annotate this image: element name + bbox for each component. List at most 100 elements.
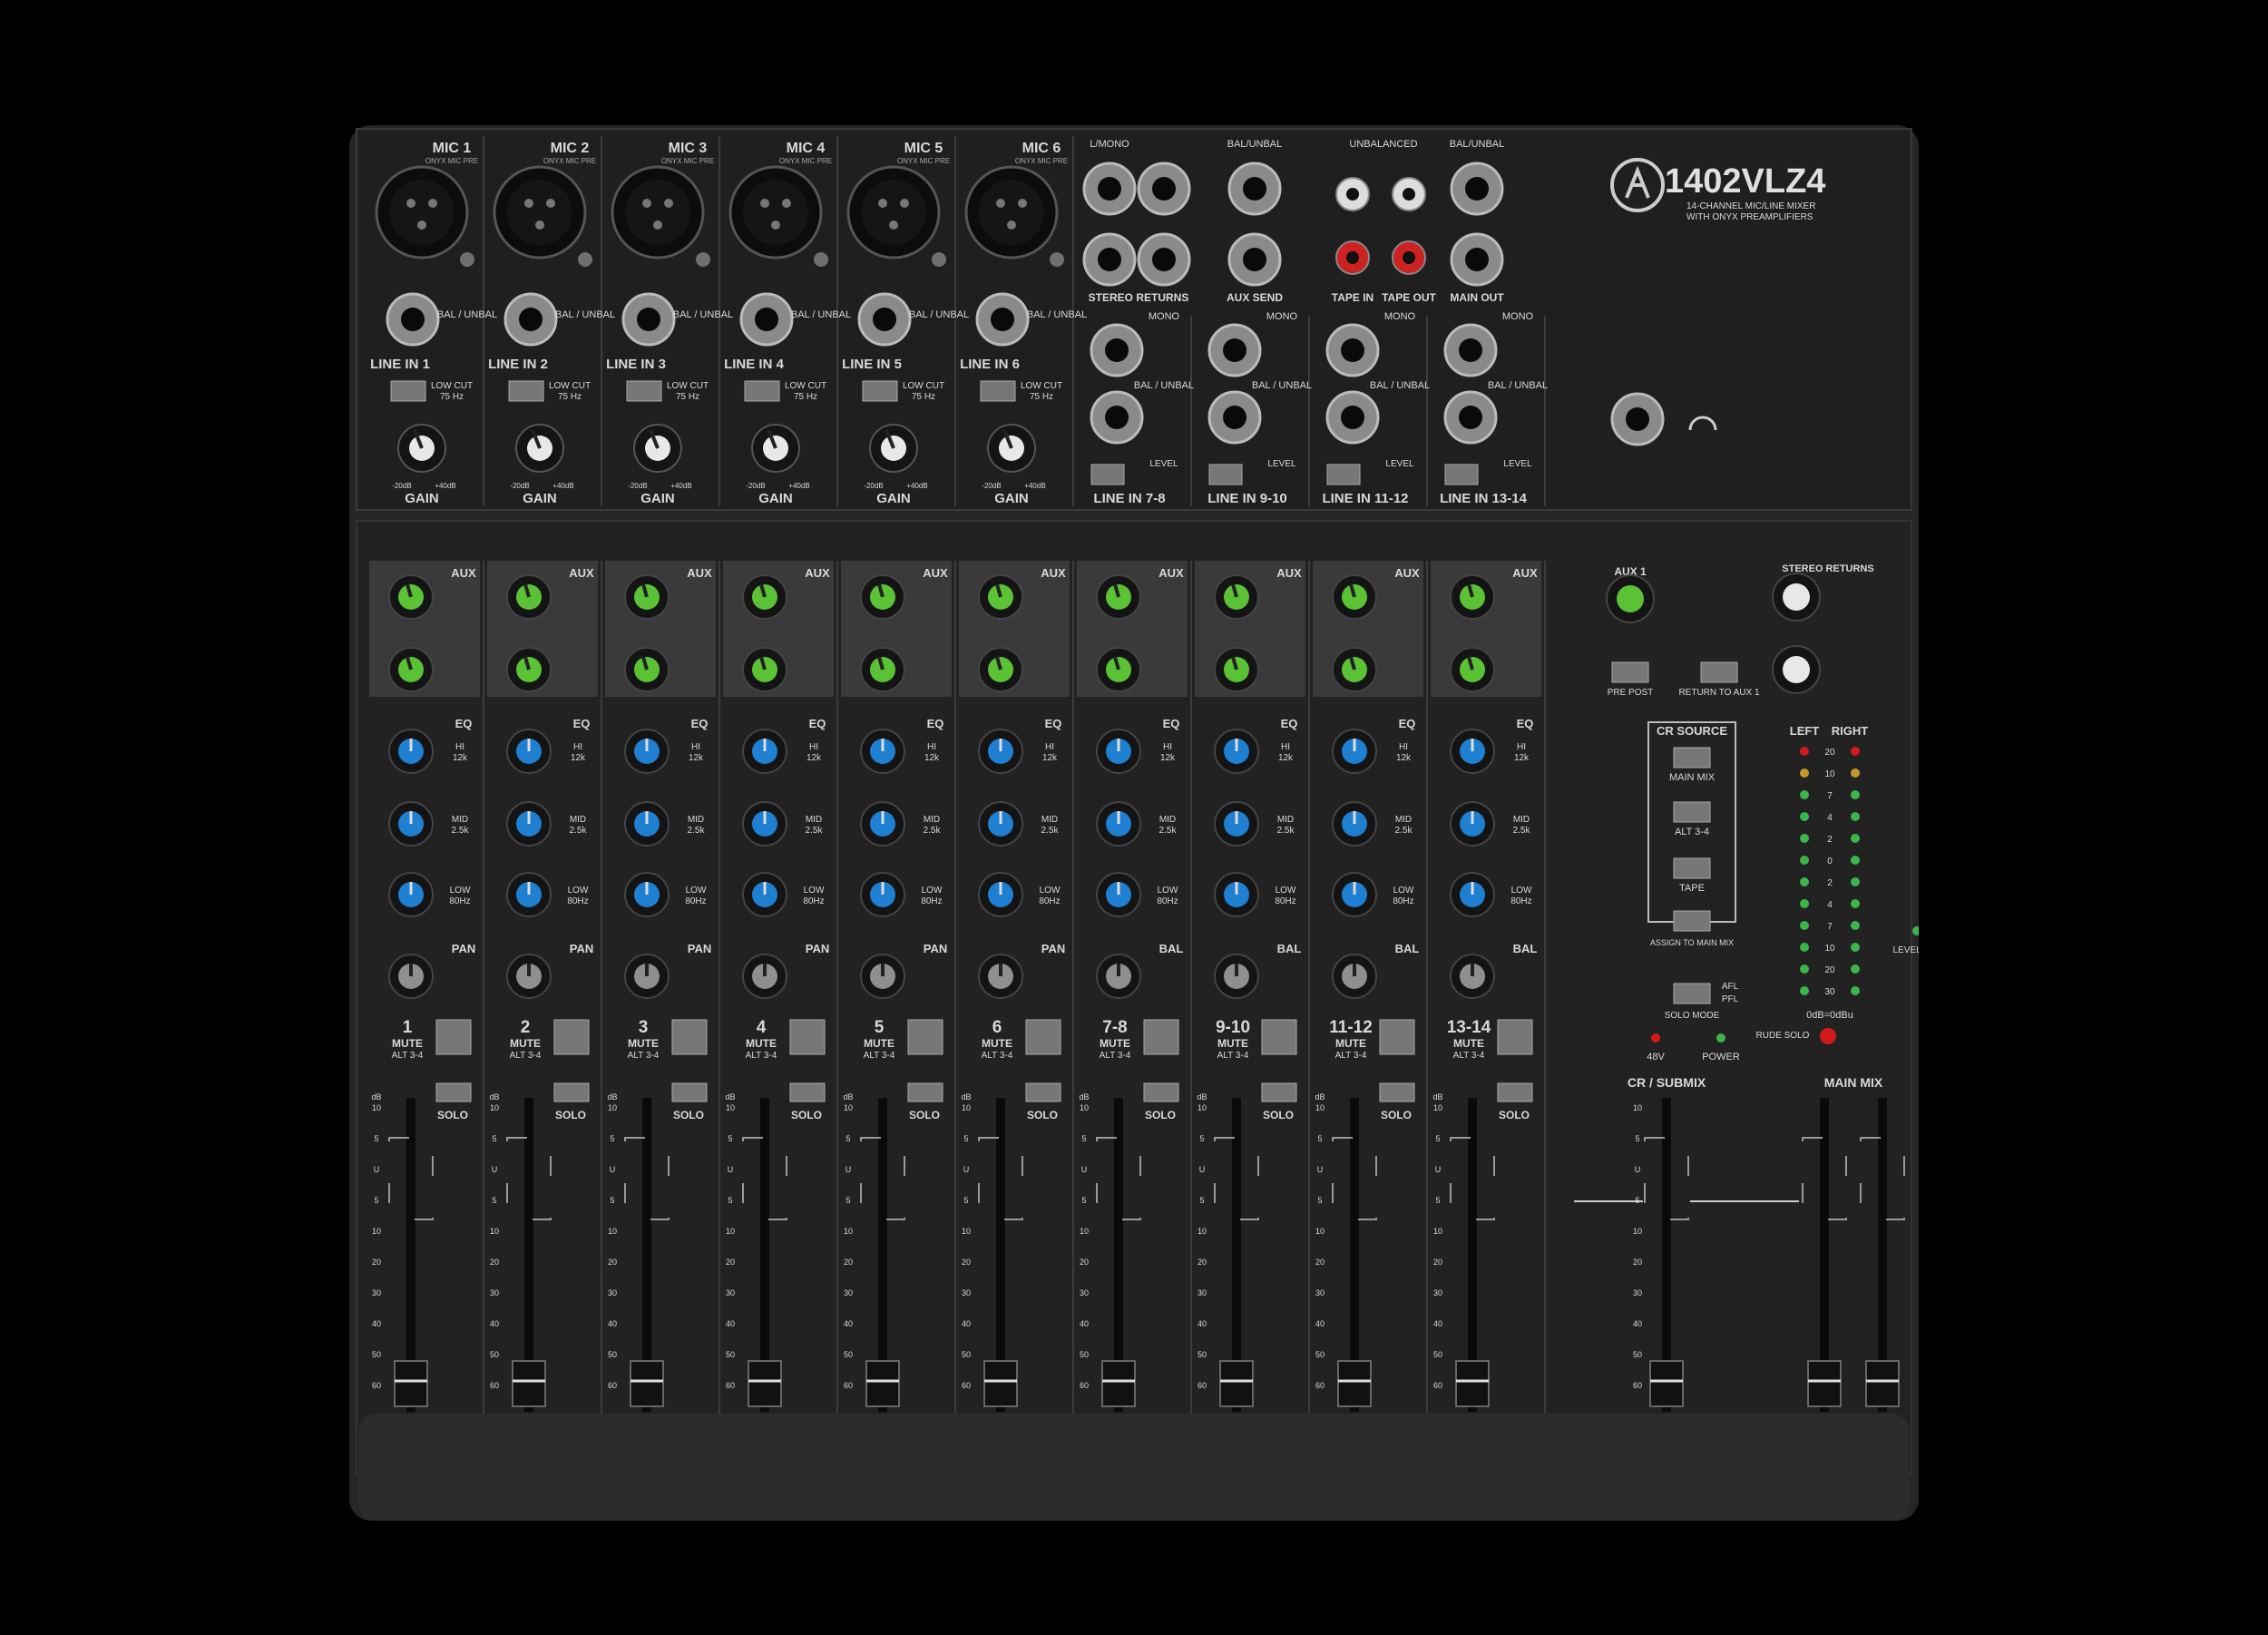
level-label: LEVEL (1267, 459, 1296, 469)
low-cut-button[interactable] (390, 380, 426, 402)
fader-cap[interactable] (630, 1360, 664, 1407)
low-cut-button[interactable] (744, 380, 780, 402)
eq-band-label: MID (1159, 815, 1176, 825)
xlr-socket (979, 180, 1044, 245)
low-cut-button[interactable] (508, 380, 544, 402)
meter-led-right (1851, 856, 1860, 865)
solo-button[interactable] (1261, 1082, 1297, 1102)
meter-scale-label: 10 (1824, 944, 1835, 954)
fader-cap[interactable] (512, 1360, 546, 1407)
cr-source-button[interactable] (1673, 857, 1711, 879)
pre-post-label: PRE POST (1608, 688, 1654, 698)
assign-to-main-mix-button[interactable] (1673, 910, 1711, 932)
fader-tick: 5 (1435, 1196, 1440, 1205)
solo-button[interactable] (671, 1082, 708, 1102)
fader-cap[interactable] (865, 1360, 900, 1407)
solo-button[interactable] (553, 1082, 590, 1102)
level-button[interactable] (1208, 464, 1243, 485)
low-cut-freq: 75 Hz (558, 392, 582, 402)
cr-source-button[interactable] (1673, 747, 1711, 769)
xlr-pin (653, 220, 662, 230)
eq-label: EQ (455, 717, 473, 730)
eq-band-label: LOW (450, 886, 471, 896)
level-button[interactable] (1326, 464, 1361, 485)
xlr-pin (878, 199, 887, 208)
eq-freq-label: 12k (1396, 753, 1412, 763)
master-fader-tick: 30 (1633, 1288, 1642, 1297)
eq-freq-label: 80Hz (567, 896, 588, 906)
rude-solo-led (1820, 1028, 1836, 1044)
pre-post-button[interactable] (1611, 661, 1649, 683)
eq-band-label: HI (691, 742, 700, 752)
fader-tick: 60 (962, 1381, 971, 1390)
main-mix-fader[interactable] (1865, 1360, 1900, 1407)
fader-tick: U (963, 1165, 970, 1174)
eq-band-label: HI (573, 742, 582, 752)
fader-tick: 30 (1433, 1288, 1442, 1297)
solo-button[interactable] (1025, 1082, 1061, 1102)
mute-button[interactable] (1025, 1019, 1061, 1055)
preamp-label: ONYX MIC PRE (897, 157, 950, 165)
eq-freq-label: 2.5k (688, 826, 706, 836)
mute-button[interactable] (907, 1019, 943, 1055)
meter-scale-label: 4 (1827, 900, 1833, 910)
fader-cap[interactable] (1219, 1360, 1254, 1407)
xlr-socket (861, 180, 926, 245)
xlr-pin (524, 199, 533, 208)
low-cut-button[interactable] (980, 380, 1016, 402)
mute-button[interactable] (1143, 1019, 1179, 1055)
level-button[interactable] (1090, 464, 1125, 485)
channel-number: 1 (403, 1018, 413, 1037)
fader-cap[interactable] (1455, 1360, 1490, 1407)
solo-button[interactable] (907, 1082, 943, 1102)
eq-freq-label: 12k (689, 753, 704, 763)
bal-unbal-label: BAL / UNBAL (1488, 380, 1548, 391)
bal-unbal-label: BAL / UNBAL (555, 309, 615, 320)
solo-button[interactable] (435, 1082, 472, 1102)
line-jack-hole (755, 308, 778, 331)
mute-button[interactable] (435, 1019, 472, 1055)
solo-mode-button[interactable] (1673, 983, 1711, 1004)
solo-button[interactable] (1143, 1082, 1179, 1102)
cr-source-button[interactable] (1673, 801, 1711, 823)
meter-led-right (1851, 899, 1860, 908)
fader-tick: 10 (372, 1103, 381, 1112)
gain-max: +40dB (435, 482, 455, 490)
meter-led-left (1800, 769, 1809, 778)
mute-button[interactable] (1379, 1019, 1415, 1055)
fader-cap[interactable] (1101, 1360, 1136, 1407)
fader-cap[interactable] (394, 1360, 428, 1407)
master-fader-tick: 50 (1633, 1350, 1642, 1359)
fader-tick: 40 (962, 1319, 971, 1328)
mute-button[interactable] (671, 1019, 708, 1055)
line-input-label: LINE IN 3 (606, 357, 666, 372)
mute-button[interactable] (1497, 1019, 1533, 1055)
cr-submix-fader[interactable] (1649, 1360, 1684, 1407)
fader-cap[interactable] (748, 1360, 782, 1407)
eq-band-label: MID (924, 815, 940, 825)
fader-tick: 50 (608, 1350, 617, 1359)
main-mix-fader[interactable] (1807, 1360, 1842, 1407)
fader-tick: 5 (374, 1134, 378, 1143)
aux-label: AUX (1041, 566, 1066, 580)
solo-button[interactable] (1497, 1082, 1533, 1102)
aux-label: AUX (1276, 566, 1302, 580)
eq-freq-label: 12k (453, 753, 468, 763)
fader-cap[interactable] (1337, 1360, 1372, 1407)
low-cut-button[interactable] (862, 380, 898, 402)
mute-label: MUTE (628, 1037, 659, 1050)
mute-button[interactable] (789, 1019, 826, 1055)
fader-tick: 20 (726, 1258, 735, 1267)
fader-cap[interactable] (983, 1360, 1018, 1407)
level-set-label: LEVEL SET (1893, 945, 1920, 955)
meter-led-left (1800, 834, 1809, 843)
return-to-aux1-button[interactable] (1700, 661, 1738, 683)
solo-button[interactable] (789, 1082, 826, 1102)
mute-button[interactable] (1261, 1019, 1297, 1055)
low-cut-button[interactable] (626, 380, 662, 402)
fader-tick: 10 (962, 1103, 971, 1112)
solo-button[interactable] (1379, 1082, 1415, 1102)
level-button[interactable] (1444, 464, 1479, 485)
eq-freq-label: 80Hz (1510, 896, 1531, 906)
mute-button[interactable] (553, 1019, 590, 1055)
